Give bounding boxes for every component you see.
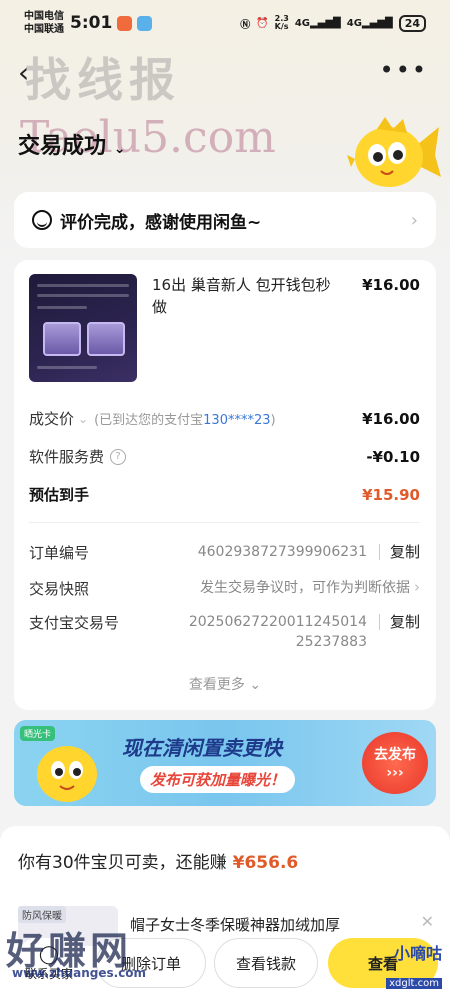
signal-icon: 4G▂▄▆█ xyxy=(346,17,393,29)
recommend-title[interactable]: 帽子女士冬季保暖神器加绒加厚 xyxy=(130,914,340,935)
alipay-trade-value: 20250627220011245014 25237883 xyxy=(188,614,367,650)
watermark-top: 找线报 xyxy=(25,53,181,107)
see-more-button[interactable]: 查看更多 ⌄ xyxy=(14,674,436,694)
review-card[interactable]: 评价完成，感谢使用闲鱼~ › xyxy=(14,192,436,248)
order-number-label: 订单编号 xyxy=(29,544,90,562)
net-speed: 2.3 K/s xyxy=(274,14,289,31)
service-fee-label: 软件服务费 xyxy=(29,448,105,466)
order-number-value: 4602938727399906231 xyxy=(197,544,367,560)
watermark-bottom-url: www.zhuanges.com xyxy=(12,966,147,980)
view-funds-button[interactable]: 查看钱款 xyxy=(214,938,318,988)
net-amount-label: 预估到手 xyxy=(29,486,90,504)
service-fee-row: 软件服务费 ? -¥0.10 xyxy=(29,446,420,467)
sell-price: ¥656.6 xyxy=(232,853,299,873)
alarm-icon: ⏰ xyxy=(256,17,269,29)
snapshot-row[interactable]: 交易快照 发生交易争议时，可作为判断依据 › xyxy=(29,578,420,599)
mascot-fish-icon xyxy=(37,746,97,802)
app-notify-icon xyxy=(137,15,153,31)
watermark-right-url: xdglt.com xyxy=(386,978,442,989)
chevron-right-icon: › xyxy=(410,209,418,231)
signal-icon: 4G▂▄▆█ xyxy=(294,17,341,29)
mascot-fish-icon xyxy=(347,117,441,187)
more-button[interactable]: ••• xyxy=(380,56,428,84)
alipay-trade-row: 支付宝交易号 20250627220011245014 25237883 复制 xyxy=(29,612,420,652)
net-amount-value: ¥15.90 xyxy=(362,485,420,504)
page-title-text: 交易成功 xyxy=(18,134,107,159)
promo-banner[interactable]: 晒光卡 现在清闲置卖更快 发布可获加量曝光！ 去发布 ››› xyxy=(14,720,436,806)
smile-icon xyxy=(32,210,52,230)
deal-note: (已到达您的支付宝130****23) xyxy=(94,413,276,428)
product-thumbnail[interactable] xyxy=(29,274,137,382)
sell-summary: 你有30件宝贝可卖，还能赚 ¥656.6 xyxy=(18,848,298,873)
chevron-down-icon[interactable]: ⌄ xyxy=(78,412,88,426)
chevron-right-icon: › xyxy=(414,578,420,596)
carrier-info: 中国电信 中国联通 xyxy=(24,10,64,36)
carrier-2: 中国联通 xyxy=(24,24,64,35)
help-icon[interactable]: ? xyxy=(110,448,127,465)
chevron-down-icon: ⌄ xyxy=(249,677,262,693)
deal-price-label: 成交价 xyxy=(29,410,75,428)
sell-text: 你有30件宝贝可卖，还能赚 xyxy=(18,853,227,873)
status-icons: Ⓝ ⏰ 2.3 K/s 4G▂▄▆█ 4G▂▄▆█ 24 xyxy=(240,14,426,32)
banner-tag: 晒光卡 xyxy=(20,726,56,741)
net-amount-row: 预估到手 ¥15.90 xyxy=(29,484,420,505)
status-bar: 中国电信 中国联通 5:01 Ⓝ ⏰ 2.3 K/s 4G▂▄▆█ 4G▂▄▆█ … xyxy=(0,0,450,46)
service-fee-value: -¥0.10 xyxy=(366,447,420,466)
arrows-icon: ››› xyxy=(386,765,404,781)
carrier-1: 中国电信 xyxy=(24,11,64,22)
banner-subtitle: 发布可获加量曝光！ xyxy=(140,766,296,793)
page-title[interactable]: 交易成功 ⌄ xyxy=(18,128,125,160)
product-title[interactable]: 16出 巢音新人 包开钱包秒做 xyxy=(152,274,342,318)
product-price: ¥16.00 xyxy=(362,276,420,294)
watermark-right: 小嘀咕 xyxy=(393,944,442,963)
review-text: 评价完成，感谢使用闲鱼~ xyxy=(60,212,262,233)
publish-button[interactable]: 去发布 ››› xyxy=(362,732,428,794)
see-more-label: 查看更多 xyxy=(188,677,245,693)
deal-price-row: 成交价 ⌄ (已到达您的支付宝130****23) ¥16.00 xyxy=(29,408,420,429)
snapshot-label: 交易快照 xyxy=(29,580,90,598)
close-icon[interactable]: ✕ xyxy=(421,912,434,931)
publish-button-label: 去发布 xyxy=(374,747,416,763)
order-card: 16出 巢音新人 包开钱包秒做 ¥16.00 成交价 ⌄ (已到达您的支付宝13… xyxy=(14,260,436,710)
snapshot-value: 发生交易争议时，可作为判断依据 xyxy=(200,580,410,596)
app-notify-icon xyxy=(117,15,133,31)
alipay-trade-label: 支付宝交易号 xyxy=(29,614,120,632)
chevron-down-icon: ⌄ xyxy=(113,141,126,157)
divider xyxy=(29,522,420,523)
battery-icon: 24 xyxy=(398,14,426,32)
order-number-row: 订单编号 4602938727399906231 复制 xyxy=(29,542,420,563)
nfc-icon: Ⓝ xyxy=(240,19,251,31)
banner-title: 现在清闲置卖更快 xyxy=(122,736,282,760)
copy-alipay-button[interactable]: 复制 xyxy=(378,614,420,630)
copy-order-button[interactable]: 复制 xyxy=(378,544,420,560)
deal-price-value: ¥16.00 xyxy=(362,409,420,428)
status-time: 5:01 xyxy=(70,13,113,33)
alipay-account: 130****23 xyxy=(203,413,271,428)
